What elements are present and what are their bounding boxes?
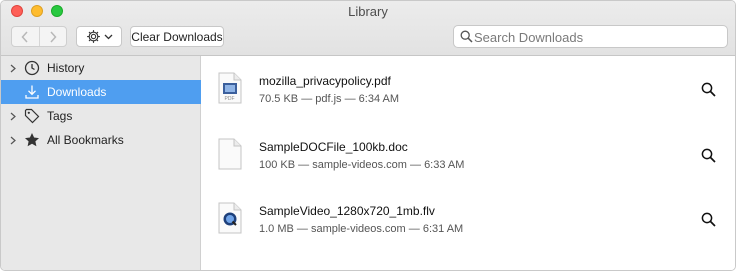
title-toolbar: Library Clear Downloads [1,1,735,56]
sidebar-item-label: Tags [47,109,73,123]
download-filename: mozilla_privacypolicy.pdf [259,74,391,88]
sidebar-item-tags[interactable]: Tags [1,104,201,128]
expand-history-toggle[interactable] [3,64,23,73]
magnifier-icon [701,82,716,97]
search-icon [460,30,473,43]
download-details: 100 KB — sample-videos.com — 6:33 AM [259,159,465,171]
chevron-right-icon [10,112,16,120]
download-item[interactable]: SampleVideo_1280x720_1mb.flv 1.0 MB — sa… [202,186,735,250]
download-filename: SampleVideo_1280x720_1mb.flv [259,204,435,218]
gear-icon [86,30,100,43]
sidebar-item-label: All Bookmarks [47,133,124,147]
clock-icon [23,59,41,77]
organize-menu-button[interactable] [76,26,122,47]
window-title: Library [348,4,388,19]
tag-icon [23,107,41,125]
sidebar-item-downloads[interactable]: Downloads [1,80,201,104]
chevron-right-icon [10,136,16,144]
chevron-left-icon [21,30,28,43]
sidebar: History Downloads Tags All Bookmarks [1,56,201,270]
forward-button[interactable] [38,27,67,46]
show-in-folder-button[interactable] [699,210,717,228]
video-file-icon [218,202,242,234]
sidebar-item-history[interactable]: History [1,56,201,80]
expand-tags-toggle[interactable] [3,112,23,121]
download-item[interactable]: SampleDOCFile_100kb.doc 100 KB — sample-… [202,122,735,186]
download-icon [23,83,41,101]
library-window: Library Clear Downloads Search Downloads… [0,0,736,271]
sidebar-item-label: History [47,61,85,75]
search-downloads-input[interactable] [474,28,719,46]
sidebar-item-all-bookmarks[interactable]: All Bookmarks [1,128,201,152]
show-in-folder-button[interactable] [699,80,717,98]
downloads-list: PDF mozilla_privacypolicy.pdf 70.5 KB — … [202,56,735,270]
search-field[interactable] [453,25,728,48]
doc-file-icon [218,138,242,170]
download-filename: SampleDOCFile_100kb.doc [259,140,408,154]
magnifier-icon [701,148,716,163]
download-details: 1.0 MB — sample-videos.com — 6:31 AM [259,223,464,235]
sidebar-item-label: Downloads [47,85,107,99]
back-button[interactable] [12,27,39,46]
download-details: 70.5 KB — pdf.js — 6:34 AM [259,93,400,105]
pdf-file-icon: PDF [218,72,242,104]
chevron-right-icon [10,64,16,72]
back-forward-group [11,26,67,47]
chevron-down-icon [104,34,112,39]
clear-downloads-button[interactable]: Clear Downloads [130,26,224,47]
magnifier-icon [701,212,716,227]
expand-bookmarks-toggle[interactable] [3,136,23,145]
chevron-right-icon [50,30,57,43]
svg-text:PDF: PDF [225,96,235,102]
show-in-folder-button[interactable] [699,146,717,164]
download-item[interactable]: PDF mozilla_privacypolicy.pdf 70.5 KB — … [202,56,735,120]
star-icon [23,131,41,149]
